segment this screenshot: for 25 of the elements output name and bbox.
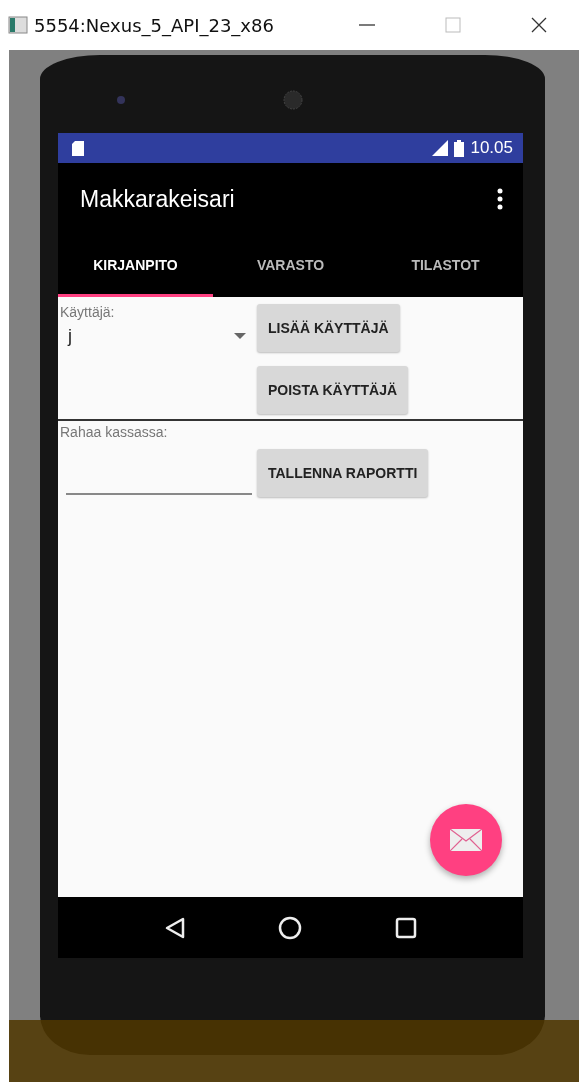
home-icon[interactable] (277, 915, 302, 940)
signal-icon (430, 140, 449, 156)
mail-fab[interactable] (430, 804, 502, 876)
action-button[interactable]: POISTA KÄYTTÄJÄ (257, 366, 409, 414)
app-icon (8, 15, 28, 35)
user-dropdown[interactable]: j (60, 323, 250, 349)
clock: 10.05 (470, 138, 513, 158)
maximize-icon (445, 17, 461, 33)
back-icon[interactable] (164, 916, 185, 939)
caret-icon (234, 333, 246, 339)
more-menu-icon[interactable] (497, 188, 503, 210)
window-title: 5554:Nexus_5_API_23_x86 (34, 14, 274, 36)
camera-icon (116, 95, 126, 105)
save-report-button[interactable]: TALLENNA RAPORTTI (257, 449, 429, 497)
field-label: Käyttäjä: (60, 304, 115, 320)
speaker-icon (283, 89, 303, 111)
action-button[interactable]: LISÄÄ KÄYTTÄJÄ (257, 304, 400, 352)
battery-icon (454, 139, 465, 157)
close-icon (531, 17, 547, 33)
recents-icon[interactable] (394, 916, 417, 939)
minimize-icon (359, 24, 375, 26)
sd-card-icon (72, 140, 84, 156)
app-title: Makkarakeisari (80, 185, 235, 213)
field-label: Rahaa kassassa: (60, 424, 168, 440)
envelope-icon (450, 829, 482, 851)
